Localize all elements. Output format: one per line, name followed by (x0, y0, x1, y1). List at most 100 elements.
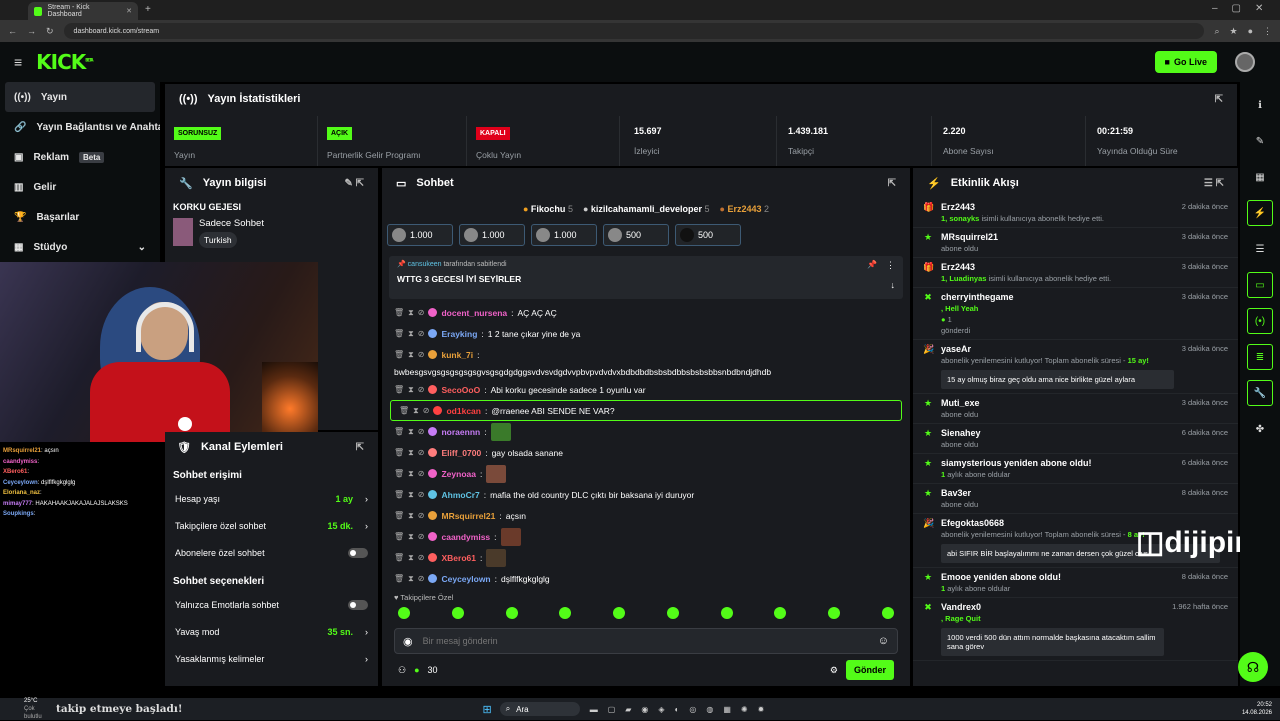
emote[interactable] (828, 607, 841, 619)
sidebar-item-revenue[interactable]: ▥ Gelir (0, 172, 160, 202)
emote[interactable] (398, 607, 410, 619)
chat-icon[interactable]: ▭ (1247, 272, 1273, 298)
ban-icon[interactable]: ⊘ (418, 574, 425, 583)
collapse-arrow-icon[interactable]: ↓ (891, 280, 896, 290)
delete-icon[interactable]: 🗑 (394, 385, 404, 394)
ban-icon[interactable]: ⊘ (418, 427, 425, 436)
ban-icon[interactable]: ⊘ (418, 469, 425, 478)
emote[interactable] (666, 607, 679, 619)
emoji-picker-icon[interactable]: ☺ (878, 635, 889, 647)
broadcast-icon[interactable]: (•) (1247, 308, 1273, 334)
event-item[interactable]: ★ Muti_exe abone oldu 3 dakika önce (913, 394, 1238, 424)
close-tab-icon[interactable]: ✕ (126, 7, 132, 15)
windows-start-icon[interactable]: ⊞ (482, 703, 491, 716)
chat-username[interactable]: SecoOoO (441, 385, 480, 395)
chat-username[interactable]: Zeynoaa (441, 469, 476, 479)
ban-icon[interactable]: ⊘ (418, 448, 425, 457)
gifter-1[interactable]: ● Fikochu 5 (523, 204, 573, 214)
send-button[interactable]: Gönder (845, 660, 894, 680)
weather-widget[interactable]: 25°C Çok bulutlu (0, 697, 54, 721)
sidebar-item-yayin[interactable]: ((•)) Yayın (5, 82, 155, 112)
back-icon[interactable]: ← (8, 26, 17, 36)
timeout-icon[interactable]: ⧗ (408, 329, 414, 339)
emote[interactable] (720, 607, 733, 619)
chat-username[interactable]: XBero61 (441, 553, 476, 563)
timeout-icon[interactable]: ⧗ (408, 308, 414, 318)
delete-icon[interactable]: 🗑 (394, 308, 404, 317)
window-controls[interactable]: –▢✕ (1212, 3, 1277, 14)
chat-identity-icon[interactable]: ◉ (403, 635, 413, 648)
gift-chip[interactable]: 1.000 (459, 224, 525, 246)
unpin-icon[interactable]: 📌 (867, 260, 877, 269)
ban-icon[interactable]: ⊘ (418, 350, 425, 359)
sidebar-item-achievements[interactable]: 🏆 Başarılar (0, 202, 160, 232)
widgets-icon[interactable]: ▬ (590, 705, 598, 714)
popout-icon[interactable]: ⇱ (356, 442, 364, 453)
delete-icon[interactable]: 🗑 (394, 511, 404, 520)
delete-icon[interactable]: 🗑 (394, 469, 404, 478)
chat-username[interactable]: caandymiss (441, 532, 490, 542)
taskbar-search[interactable]: ⌕ Ara (499, 702, 580, 716)
ban-icon[interactable]: ⊘ (418, 553, 425, 562)
bookmark-star-icon[interactable]: ★ (1229, 26, 1237, 37)
emote[interactable] (559, 607, 572, 619)
timeout-icon[interactable]: ⧗ (408, 490, 414, 500)
timeout-icon[interactable]: ⧗ (408, 574, 414, 584)
event-item[interactable]: 🎉 yaseAr abonelik yenilemesini kutluyor! … (913, 340, 1238, 394)
system-clock[interactable]: 20:52 14.08.2026 (1242, 701, 1272, 717)
chat-username[interactable]: Ceyceylown (441, 574, 490, 584)
delete-icon[interactable]: 🗑 (394, 490, 404, 499)
event-item[interactable]: ★ siamysterious yeniden abone oldu! 1 aylı… (913, 454, 1238, 484)
timeout-icon[interactable]: ⧗ (408, 469, 414, 479)
emote[interactable] (774, 607, 787, 619)
discord-icon[interactable]: ◐ (675, 705, 680, 714)
zoom-icon[interactable]: ⌕ (1214, 26, 1219, 37)
gift-chip[interactable]: 500 (675, 224, 741, 246)
gift-chip[interactable]: 1.000 (387, 224, 453, 246)
delete-icon[interactable]: 🗑 (399, 406, 409, 415)
obs-icon[interactable]: ◍ (706, 705, 713, 714)
wrench-icon[interactable]: 🔧 (1247, 380, 1273, 406)
database-icon[interactable]: ≣ (1247, 344, 1273, 370)
chat-username[interactable]: docent_nursena (441, 308, 507, 318)
gift-chip[interactable]: 500 (603, 224, 669, 246)
chat-input[interactable] (422, 636, 868, 646)
emote-only-toggle[interactable] (348, 599, 368, 610)
profile-icon[interactable]: ● (1248, 26, 1253, 36)
support-headset-icon[interactable]: ☊ (1238, 652, 1268, 682)
task-view-icon[interactable]: ▢ (608, 705, 616, 714)
subs-only-toggle[interactable] (348, 547, 368, 558)
sidebar-item-connection[interactable]: 🔗 Yayın Bağlantısı ve Anahtar (0, 112, 160, 142)
delete-icon[interactable]: 🗑 (394, 427, 404, 436)
settings-gear-icon[interactable]: ⚙ (830, 665, 838, 676)
menu-dots-icon[interactable]: ⋮ (1263, 26, 1272, 37)
emote[interactable] (451, 607, 464, 619)
event-item[interactable]: ★ Emooe yeniden abone oldu! 1 aylık abone … (913, 568, 1238, 598)
timeout-icon[interactable]: ⧗ (408, 532, 414, 542)
delete-icon[interactable]: 🗑 (394, 574, 404, 583)
new-tab-icon[interactable]: + (145, 4, 151, 15)
chat-username[interactable]: MRsquirrel21 (441, 511, 495, 521)
delete-icon[interactable]: 🗑 (394, 350, 404, 359)
steam-icon[interactable]: ◈ (658, 705, 664, 714)
ban-icon[interactable]: ⊘ (418, 329, 425, 338)
chrome-icon[interactable]: ◉ (641, 705, 648, 714)
chat-username[interactable]: od1kcan (446, 406, 481, 416)
list-icon[interactable]: ☰ (1247, 236, 1273, 262)
sidebar-item-studio[interactable]: ▦ Stüdyo ⌄ (0, 232, 160, 262)
users-icon[interactable]: ⚇ (398, 665, 406, 676)
chat-username[interactable]: kunk_7i (441, 350, 473, 360)
followers-only-row[interactable]: Takipçilere özel sohbet 15 dk. › (165, 512, 378, 539)
pencil-icon[interactable]: ✎ (1247, 128, 1273, 154)
delete-icon[interactable]: 🗑 (394, 329, 404, 338)
go-live-button[interactable]: ■ Go Live (1154, 51, 1217, 73)
info-icon[interactable]: ℹ (1247, 92, 1273, 118)
timeout-icon[interactable]: ⧗ (408, 385, 414, 395)
popout-icon[interactable]: ⇱ (1215, 94, 1223, 105)
gifter-3[interactable]: ● Erz2443 2 (720, 204, 770, 214)
event-item[interactable]: 🎁 Erz2443 1, sonayks isimli kullanıcıya ab… (913, 198, 1238, 228)
ban-icon[interactable]: ⊘ (418, 532, 425, 541)
reload-icon[interactable]: ↻ (46, 26, 54, 37)
hamburger-menu-icon[interactable]: ≡ (14, 54, 22, 70)
chat-username[interactable]: Eliff_0700 (441, 448, 481, 458)
